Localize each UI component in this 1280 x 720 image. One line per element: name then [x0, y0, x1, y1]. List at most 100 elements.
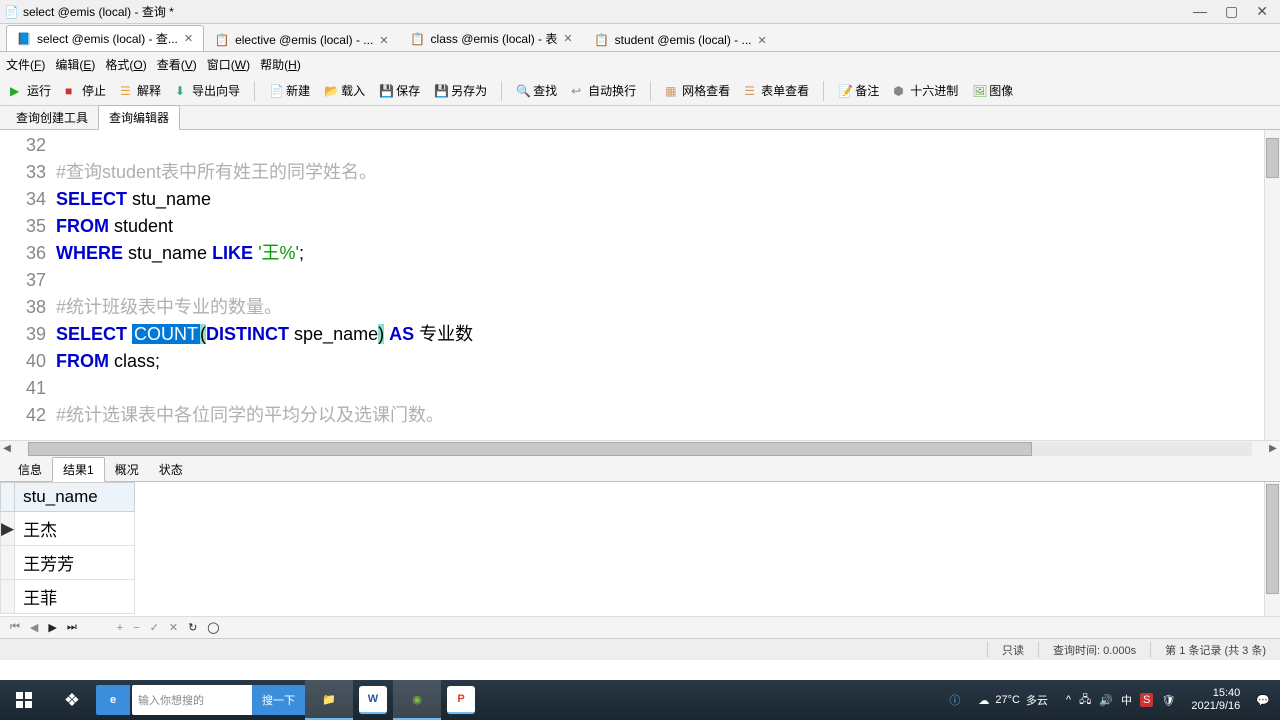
run-button[interactable]: ▶运行 — [6, 80, 55, 101]
row-marker — [1, 546, 15, 580]
window-title: select @emis (local) - 查询 * — [23, 3, 174, 20]
nav-first-icon[interactable]: ⏮ — [10, 621, 20, 634]
menu-format[interactable]: 格式(O) — [105, 56, 146, 73]
image-button[interactable]: 🖼图像 — [968, 80, 1017, 101]
menu-window[interactable]: 窗口(W) — [207, 56, 250, 73]
search-placeholder: 输入你想搜的 — [138, 692, 204, 708]
result-grid[interactable]: stu_name ▶王杰 王芳芳 王菲 — [0, 482, 1280, 616]
weather-widget[interactable]: ☁ 27°C 多云 — [968, 692, 1058, 708]
query-icon: 📘 — [17, 32, 31, 46]
tab-status[interactable]: 状态 — [149, 458, 193, 481]
cell[interactable]: 王芳芳 — [15, 546, 135, 580]
table-icon: 📋 — [411, 32, 425, 46]
scrollbar-thumb[interactable] — [1266, 484, 1279, 594]
taskbar-word[interactable]: W — [359, 686, 387, 714]
tab-select-query[interactable]: 📘 select @emis (local) - 查... ✕ — [6, 25, 204, 51]
close-icon[interactable]: ✕ — [184, 32, 193, 45]
close-icon[interactable]: ✕ — [563, 32, 572, 45]
wrap-icon: ↩ — [571, 84, 585, 98]
sql-editor[interactable]: 3233343536373839404142 #查询student表中所有姓王的… — [0, 130, 1280, 440]
explain-button[interactable]: ☰解释 — [116, 80, 165, 101]
taskbar-powerpoint[interactable]: P — [447, 686, 475, 714]
tab-class[interactable]: 📋 class @emis (local) - 表 ✕ — [400, 25, 584, 51]
tray-security-icon[interactable]: 🛡 — [1161, 694, 1175, 707]
tab-student[interactable]: 📋 student @emis (local) - ... ✕ — [584, 28, 778, 51]
nav-next-icon[interactable]: ▶ — [48, 621, 56, 634]
nav-del-icon[interactable]: − — [133, 622, 139, 634]
taskbar-search-button[interactable]: 搜一下 — [252, 685, 305, 715]
save-button[interactable]: 💾保存 — [375, 80, 424, 101]
result-tabs: 信息 结果1 概况 状态 — [0, 456, 1280, 482]
separator — [650, 81, 651, 101]
editor-hscrollbar[interactable]: ◀ ▶ — [0, 440, 1280, 456]
form-icon: ☰ — [744, 84, 758, 98]
tray-ime-icon[interactable]: 中 — [1121, 692, 1132, 708]
nav-cancel-icon[interactable]: ✕ — [169, 621, 178, 634]
formview-button[interactable]: ☰表单查看 — [740, 80, 813, 101]
menu-view[interactable]: 查看(V) — [157, 56, 197, 73]
tray-volume-icon[interactable]: 🔊 — [1099, 694, 1113, 707]
scrollbar-track[interactable] — [28, 442, 1252, 456]
editor-vscrollbar[interactable] — [1264, 130, 1280, 440]
nav-add-icon[interactable]: + — [117, 622, 123, 634]
menu-file[interactable]: 文件(F) — [6, 56, 45, 73]
tab-info[interactable]: 信息 — [8, 458, 52, 481]
hex-button[interactable]: ⬢十六进制 — [889, 80, 962, 101]
minimize-button[interactable]: — — [1193, 3, 1207, 20]
tab-result1[interactable]: 结果1 — [52, 457, 105, 482]
load-button[interactable]: 📂载入 — [320, 80, 369, 101]
export-button[interactable]: ⬇导出向导 — [171, 80, 244, 101]
scroll-left-icon[interactable]: ◀ — [0, 443, 14, 454]
new-button[interactable]: 📄新建 — [265, 80, 314, 101]
table-row[interactable]: 王菲 — [1, 580, 135, 614]
nav-last-icon[interactable]: ⏭ — [67, 621, 77, 634]
maximize-button[interactable]: ▢ — [1225, 3, 1238, 20]
menu-help[interactable]: 帮助(H) — [260, 56, 301, 73]
cell[interactable]: 王菲 — [15, 580, 135, 614]
taskbar-app-green[interactable]: ◉ — [393, 680, 441, 720]
saveas-button[interactable]: 💾另存为 — [430, 80, 491, 101]
taskbar-clock[interactable]: 15:40 2021/9/16 — [1183, 687, 1248, 713]
taskbar-search[interactable]: 输入你想搜的 — [132, 685, 252, 715]
tray-app-icon[interactable]: S — [1140, 693, 1153, 707]
close-icon[interactable]: ✕ — [758, 34, 767, 47]
stop-button[interactable]: ■停止 — [61, 80, 110, 101]
taskbar-explorer[interactable]: 📁 — [305, 680, 353, 720]
notification-icon[interactable]: 💬 — [1256, 694, 1270, 707]
table-row[interactable]: ▶王杰 — [1, 512, 135, 546]
taskbar-app[interactable]: ❖ — [48, 680, 96, 720]
browser-icon[interactable]: e — [96, 685, 130, 715]
tray-network-icon[interactable]: 🖧 — [1079, 691, 1091, 710]
scrollbar-thumb[interactable] — [28, 442, 1032, 456]
column-header[interactable]: stu_name — [15, 483, 135, 512]
tab-query-editor[interactable]: 查询编辑器 — [98, 105, 180, 130]
scroll-right-icon[interactable]: ▶ — [1266, 443, 1280, 454]
menubar: 文件(F) 编辑(E) 格式(O) 查看(V) 窗口(W) 帮助(H) — [0, 52, 1280, 76]
note-button[interactable]: 📝备注 — [834, 80, 883, 101]
tab-profile[interactable]: 概况 — [105, 458, 149, 481]
stop-icon: ■ — [65, 84, 79, 98]
code-area[interactable]: #查询student表中所有姓王的同学姓名。SELECT stu_nameFRO… — [56, 130, 1280, 440]
grid-vscrollbar[interactable] — [1264, 482, 1280, 616]
help-icon[interactable]: ⓘ — [949, 692, 960, 708]
nav-refresh-icon[interactable]: ↻ — [188, 621, 197, 634]
menu-edit[interactable]: 编辑(E) — [55, 56, 95, 73]
windows-taskbar[interactable]: ❖ e 输入你想搜的 搜一下 📁 W ◉ P ⓘ ☁ 27°C 多云 ^ 🖧 🔊… — [0, 680, 1280, 720]
start-button[interactable] — [0, 680, 48, 720]
find-button[interactable]: 🔍查找 — [512, 80, 561, 101]
system-tray[interactable]: ⓘ ☁ 27°C 多云 ^ 🖧 🔊 中 S 🛡 15:40 2021/9/16 … — [939, 687, 1280, 713]
nav-prev-icon[interactable]: ◀ — [30, 621, 38, 634]
nav-stop-icon[interactable]: ◯ — [207, 621, 219, 634]
nav-commit-icon[interactable]: ✓ — [150, 621, 159, 634]
gridview-button[interactable]: ▦网格查看 — [661, 80, 734, 101]
tab-query-builder[interactable]: 查询创建工具 — [6, 106, 98, 129]
close-icon[interactable]: ✕ — [379, 34, 388, 47]
scrollbar-thumb[interactable] — [1266, 138, 1279, 178]
wrap-button[interactable]: ↩自动换行 — [567, 80, 640, 101]
toolbar: ▶运行 ■停止 ☰解释 ⬇导出向导 📄新建 📂载入 💾保存 💾另存为 🔍查找 ↩… — [0, 76, 1280, 106]
tray-chevron-icon[interactable]: ^ — [1066, 694, 1071, 706]
cell[interactable]: 王杰 — [15, 512, 135, 546]
table-row[interactable]: 王芳芳 — [1, 546, 135, 580]
tab-elective[interactable]: 📋 elective @emis (local) - ... ✕ — [204, 28, 399, 51]
close-button[interactable]: ✕ — [1256, 3, 1268, 20]
